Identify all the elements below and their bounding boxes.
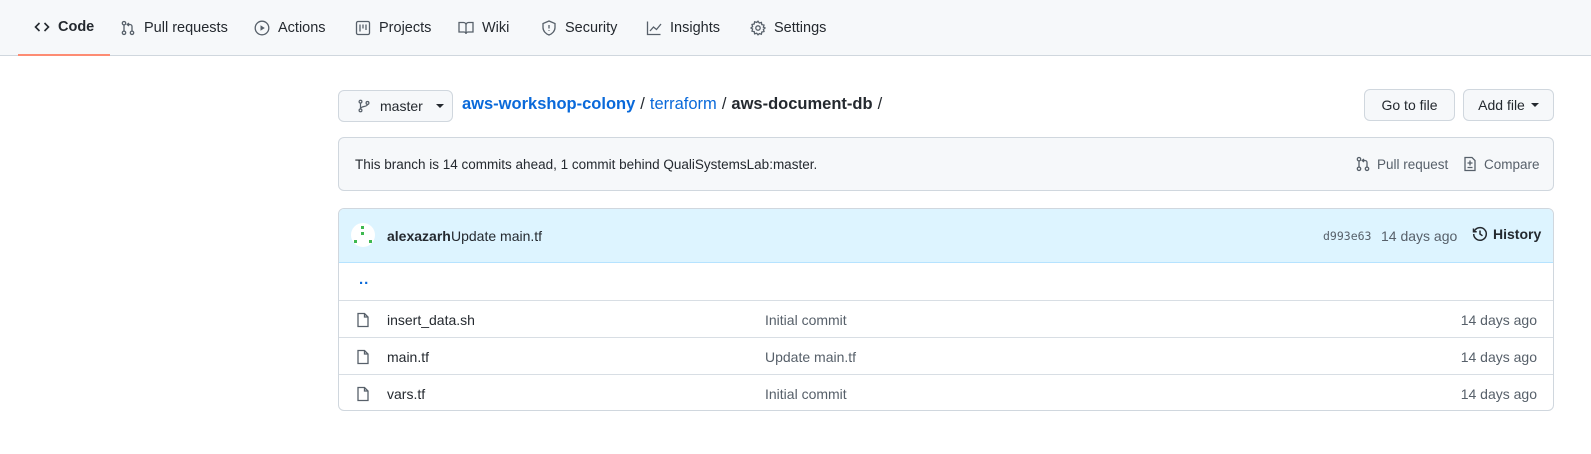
- breadcrumb-separator: /: [877, 95, 883, 113]
- tab-label: Pull requests: [144, 20, 228, 36]
- commit-author[interactable]: alexazarh: [387, 228, 451, 244]
- tab-pull-requests[interactable]: Pull requests: [120, 0, 228, 56]
- add-file-label: Add file: [1478, 97, 1525, 113]
- tab-label: Insights: [670, 20, 720, 36]
- tab-insights[interactable]: Insights: [646, 0, 720, 56]
- shield-icon: [541, 20, 557, 36]
- file-age: 14 days ago: [1460, 312, 1537, 328]
- pull-request-label: Pull request: [1377, 156, 1449, 172]
- table-row: insert_data.sh Initial commit 14 days ag…: [339, 300, 1553, 337]
- git-branch-icon: [358, 99, 370, 113]
- file-name-link[interactable]: vars.tf: [387, 386, 425, 402]
- code-icon: [34, 19, 50, 35]
- tab-settings[interactable]: Settings: [750, 0, 826, 56]
- file-list: alexazarh Update main.tf d993e63 14 days…: [338, 208, 1554, 411]
- file-age: 14 days ago: [1460, 386, 1537, 402]
- file-commit-message[interactable]: Update main.tf: [765, 349, 856, 365]
- breadcrumb-current: aws-document-db: [731, 95, 873, 113]
- parent-directory-label: ..: [359, 271, 370, 288]
- table-row: main.tf Update main.tf 14 days ago: [339, 337, 1553, 374]
- play-icon: [254, 20, 270, 36]
- file-commit-message[interactable]: Initial commit: [765, 386, 847, 402]
- breadcrumb: aws-workshop-colony / terraform / aws-do…: [462, 95, 882, 114]
- tab-label: Projects: [379, 20, 432, 36]
- tab-label: Security: [565, 20, 618, 36]
- branch-status-box: This branch is 14 commits ahead, 1 commi…: [338, 137, 1554, 191]
- file-commit-message[interactable]: Initial commit: [765, 312, 847, 328]
- latest-commit-bar: alexazarh Update main.tf d993e63 14 days…: [339, 209, 1553, 263]
- git-pull-request-icon: [1356, 156, 1370, 172]
- commit-sha[interactable]: d993e63: [1323, 229, 1371, 243]
- parent-directory-link[interactable]: ..: [339, 263, 1553, 300]
- graph-icon: [646, 20, 662, 36]
- file-icon: [357, 386, 369, 402]
- history-icon: [1472, 226, 1487, 241]
- tab-projects[interactable]: Projects: [355, 0, 431, 56]
- file-name-link[interactable]: insert_data.sh: [387, 312, 475, 328]
- breadcrumb-separator: /: [721, 95, 727, 113]
- tab-label: Actions: [278, 20, 326, 36]
- file-icon: [357, 349, 369, 365]
- compare-link[interactable]: Compare: [1462, 156, 1540, 172]
- tab-label: Wiki: [482, 20, 510, 36]
- branch-name: master: [380, 98, 423, 114]
- commit-age: 14 days ago: [1381, 228, 1458, 244]
- table-row: vars.tf Initial commit 14 days ago: [339, 374, 1553, 410]
- gear-icon: [750, 20, 766, 36]
- breadcrumb-folder-link[interactable]: terraform: [650, 95, 717, 114]
- branch-status-message: This branch is 14 commits ahead, 1 commi…: [355, 157, 818, 172]
- tab-label: Code: [58, 19, 95, 35]
- repo-tab-nav: Code Pull requests Actions Projects Wiki…: [0, 0, 1591, 56]
- commit-message[interactable]: Update main.tf: [451, 228, 542, 244]
- tab-code[interactable]: Code: [18, 0, 111, 56]
- book-icon: [458, 20, 474, 36]
- tab-security[interactable]: Security: [541, 0, 617, 56]
- tab-actions[interactable]: Actions: [254, 0, 326, 56]
- compare-label: Compare: [1484, 156, 1540, 172]
- add-file-button[interactable]: Add file: [1463, 89, 1554, 121]
- history-label: History: [1493, 226, 1542, 242]
- diff-icon: [1464, 156, 1476, 172]
- file-age: 14 days ago: [1460, 349, 1537, 365]
- go-to-file-label: Go to file: [1381, 97, 1438, 113]
- avatar[interactable]: [351, 223, 375, 247]
- tab-label: Settings: [774, 20, 827, 36]
- file-name-link[interactable]: main.tf: [387, 349, 429, 365]
- pull-request-link[interactable]: Pull request: [1355, 156, 1448, 172]
- caret-down-icon: [1530, 103, 1539, 107]
- branch-select-button[interactable]: master: [338, 90, 453, 122]
- file-icon: [357, 312, 369, 328]
- breadcrumb-repo-link[interactable]: aws-workshop-colony: [462, 95, 635, 114]
- breadcrumb-separator: /: [640, 95, 645, 113]
- git-pull-request-icon: [120, 20, 136, 36]
- history-link[interactable]: History: [1472, 226, 1541, 242]
- go-to-file-button[interactable]: Go to file: [1364, 89, 1455, 121]
- caret-down-icon: [435, 104, 444, 108]
- project-icon: [355, 20, 371, 36]
- tab-wiki[interactable]: Wiki: [458, 0, 509, 56]
